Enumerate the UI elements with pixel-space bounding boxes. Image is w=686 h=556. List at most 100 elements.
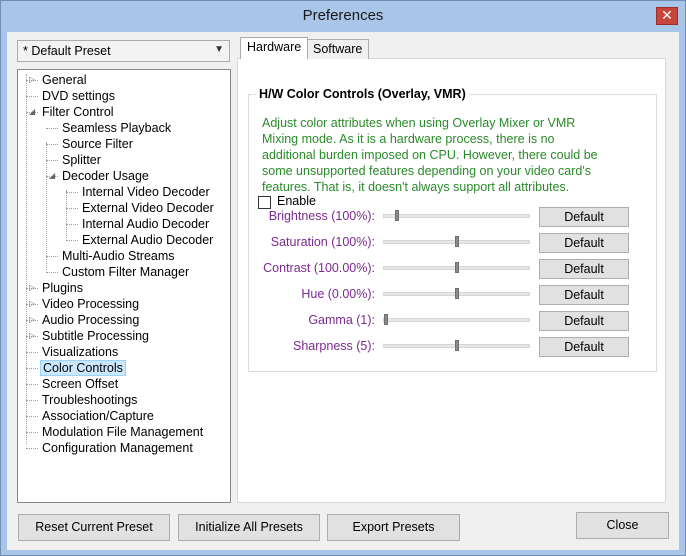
- control-label: Sharpness (5):: [293, 339, 375, 353]
- tree-branch-line: [46, 256, 58, 257]
- client-area: * Default Preset ▼ ▷ General DVD settings ◢…: [7, 32, 679, 550]
- control-label: Saturation (100%):: [270, 235, 375, 249]
- description-line: features. That is, it doesn't always sup…: [262, 180, 570, 194]
- slider-track[interactable]: [383, 314, 530, 325]
- settings-panel: Hardware Software H/W Color Controls (Ov…: [237, 37, 666, 503]
- tree-guide-line: [26, 74, 27, 444]
- initialize-all-presets-button[interactable]: Initialize All Presets: [178, 514, 320, 541]
- control-label: Gamma (1):: [308, 313, 375, 327]
- tree-item-source-filter[interactable]: Source Filter: [60, 136, 135, 152]
- tree-item-external-audio-decoder[interactable]: External Audio Decoder: [80, 232, 215, 248]
- close-window-button[interactable]: ✕: [656, 7, 678, 25]
- collapse-arrow-icon[interactable]: ◢: [29, 104, 35, 120]
- tree-item-external-video-decoder[interactable]: External Video Decoder: [80, 200, 216, 216]
- preferences-window: Preferences ✕ * Default Preset ▼ ▷ Genera…: [0, 0, 686, 556]
- slider-thumb[interactable]: [384, 314, 388, 325]
- tree-item-internal-audio-decoder[interactable]: Internal Audio Decoder: [80, 216, 211, 232]
- slider-track[interactable]: [383, 288, 530, 299]
- preset-selected-value: * Default Preset: [23, 44, 111, 58]
- slider-track[interactable]: [383, 340, 530, 351]
- tree-item-filter-control[interactable]: Filter Control: [40, 104, 116, 120]
- tree-branch-line: [26, 96, 38, 97]
- tree-branch-line: [46, 160, 58, 161]
- default-button[interactable]: Default: [539, 207, 629, 227]
- tree-item-modulation-file-management[interactable]: Modulation File Management: [40, 424, 205, 440]
- tree-branch-line: [26, 352, 38, 353]
- tree-item-screen-offset[interactable]: Screen Offset: [40, 376, 120, 392]
- slider-track[interactable]: [383, 262, 530, 273]
- tree-branch-line: [66, 240, 78, 241]
- tab-hardware[interactable]: Hardware: [240, 37, 309, 59]
- settings-tree[interactable]: ▷ General DVD settings ◢ Filter Control Seaml…: [17, 69, 231, 503]
- slider-track[interactable]: [383, 236, 530, 247]
- default-button[interactable]: Default: [539, 311, 629, 331]
- tree-branch-line: [26, 400, 38, 401]
- tree-item-custom-filter-manager[interactable]: Custom Filter Manager: [60, 264, 191, 280]
- control-label: Contrast (100.00%):: [263, 261, 375, 275]
- tree-item-general[interactable]: General: [40, 72, 88, 88]
- description-line: some unsupported features depending on y…: [262, 164, 591, 178]
- slider-thumb[interactable]: [455, 262, 459, 273]
- close-button[interactable]: Close: [576, 512, 669, 539]
- tree-item-video-processing[interactable]: Video Processing: [40, 296, 141, 312]
- collapse-arrow-icon[interactable]: ◢: [49, 168, 55, 184]
- group-title: H/W Color Controls (Overlay, VMR): [256, 87, 469, 101]
- hw-color-controls-group: H/W Color Controls (Overlay, VMR) Adjust…: [248, 87, 657, 372]
- tree-item-configuration-management[interactable]: Configuration Management: [40, 440, 195, 456]
- slider-thumb[interactable]: [395, 210, 399, 221]
- slider-thumb[interactable]: [455, 236, 459, 247]
- tree-branch-line: [26, 384, 38, 385]
- preset-dropdown[interactable]: * Default Preset ▼: [17, 40, 230, 62]
- default-button[interactable]: Default: [539, 285, 629, 305]
- tree-item-decoder-usage[interactable]: Decoder Usage: [60, 168, 151, 184]
- enable-label[interactable]: Enable: [277, 194, 316, 208]
- tree-item-color-controls[interactable]: Color Controls: [40, 360, 126, 376]
- default-button[interactable]: Default: [539, 259, 629, 279]
- title-bar[interactable]: Preferences ✕: [1, 1, 685, 31]
- tree-item-dvd-settings[interactable]: DVD settings: [40, 88, 117, 104]
- tree-item-association-capture[interactable]: Association/Capture: [40, 408, 156, 424]
- expand-arrow-icon[interactable]: ▷: [29, 72, 35, 88]
- tree-item-audio-processing[interactable]: Audio Processing: [40, 312, 141, 328]
- expand-arrow-icon[interactable]: ▷: [29, 280, 35, 296]
- tree-item-splitter[interactable]: Splitter: [60, 152, 103, 168]
- description-line: Mixing mode. As it is a hardware process…: [262, 132, 555, 146]
- tree-branch-line: [26, 368, 38, 369]
- tree-branch-line: [66, 208, 78, 209]
- tree-branch-line: [46, 128, 58, 129]
- chevron-down-icon: ▼: [214, 44, 224, 55]
- tree-item-multi-audio-streams[interactable]: Multi-Audio Streams: [60, 248, 177, 264]
- control-label: Hue (0.00%):: [301, 287, 375, 301]
- slider-thumb[interactable]: [455, 340, 459, 351]
- default-button[interactable]: Default: [539, 337, 629, 357]
- tree-item-internal-video-decoder[interactable]: Internal Video Decoder: [80, 184, 212, 200]
- expand-arrow-icon[interactable]: ▷: [29, 328, 35, 344]
- expand-arrow-icon[interactable]: ▷: [29, 296, 35, 312]
- tree-branch-line: [66, 192, 78, 193]
- tree-item-subtitle-processing[interactable]: Subtitle Processing: [40, 328, 151, 344]
- control-label: Brightness (100%):: [268, 209, 375, 223]
- description-line: additional burden imposed on CPU. Howeve…: [262, 148, 598, 162]
- tree-guide-line: [46, 142, 47, 270]
- tree-item-visualizations[interactable]: Visualizations: [40, 344, 120, 360]
- enable-checkbox[interactable]: [258, 196, 271, 209]
- tree-branch-line: [46, 144, 58, 145]
- reset-current-preset-button[interactable]: Reset Current Preset: [18, 514, 170, 541]
- tree-item-troubleshootings[interactable]: Troubleshootings: [40, 392, 139, 408]
- group-description: Adjust color attributes when using Overl…: [262, 115, 652, 195]
- default-button[interactable]: Default: [539, 233, 629, 253]
- tree-branch-line: [26, 448, 38, 449]
- tree-branch-line: [26, 416, 38, 417]
- tree-guide-line: [66, 190, 67, 238]
- tree-branch-line: [46, 272, 58, 273]
- tree-item-seamless-playback[interactable]: Seamless Playback: [60, 120, 173, 136]
- export-presets-button[interactable]: Export Presets: [327, 514, 460, 541]
- tree-branch-line: [66, 224, 78, 225]
- tree-item-plugins[interactable]: Plugins: [40, 280, 85, 296]
- expand-arrow-icon[interactable]: ▷: [29, 312, 35, 328]
- slider-track[interactable]: [383, 210, 530, 221]
- tab-software[interactable]: Software: [306, 39, 370, 59]
- description-line: Adjust color attributes when using Overl…: [262, 116, 576, 130]
- tree-branch-line: [26, 432, 38, 433]
- slider-thumb[interactable]: [455, 288, 459, 299]
